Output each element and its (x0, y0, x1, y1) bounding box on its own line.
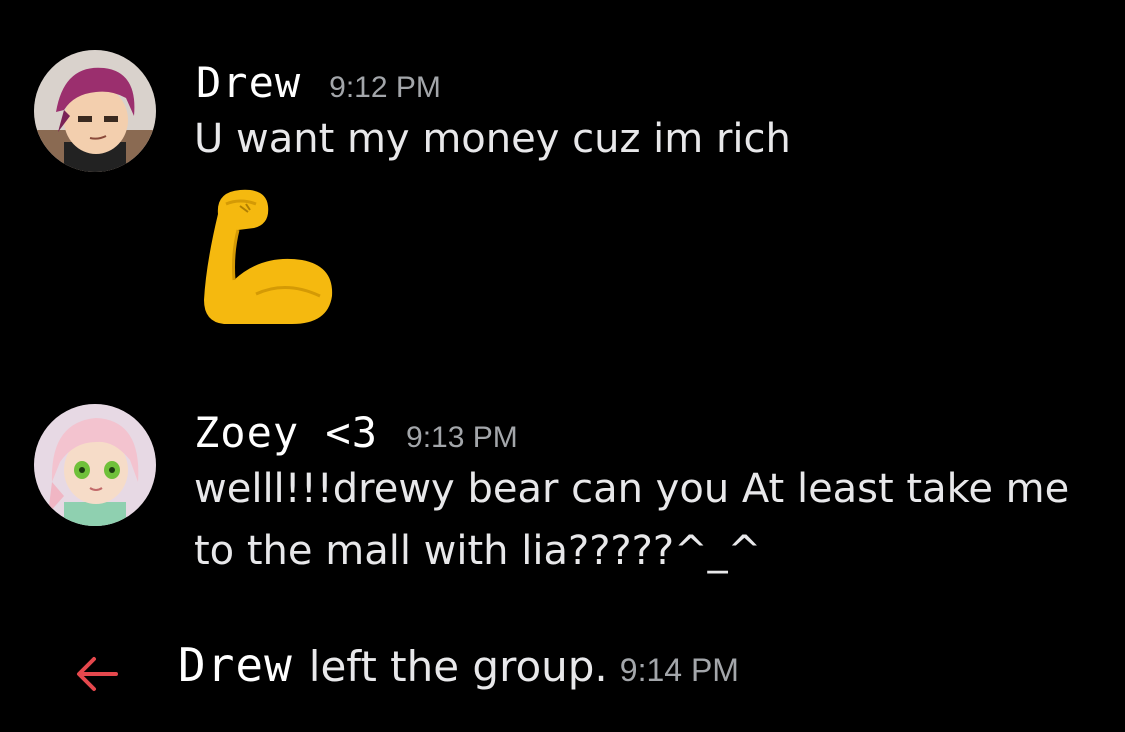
flexed-biceps-emoji (204, 189, 333, 324)
left-arrow-icon (77, 657, 118, 691)
system-timestamp: 9:14 PM (619, 652, 739, 688)
system-author-name[interactable]: Drew (178, 638, 293, 692)
message-timestamp: 9:13 PM (406, 421, 518, 454)
avatar-drew[interactable] (34, 50, 156, 172)
message-line: U want my money cuz im rich (194, 116, 791, 162)
message-text: welll!!!drewy bear can you At least take… (194, 458, 1069, 582)
system-event-text: Drew left the group. 9:14 PM (178, 638, 739, 692)
message-timestamp: 9:12 PM (329, 71, 441, 104)
avatar-zoey[interactable] (34, 404, 156, 526)
purple-hair-character-avatar (34, 50, 156, 172)
message-header: Zoey <3 9:13 PM (194, 408, 518, 457)
message-line: to the mall with lia?????^_^ (194, 528, 762, 574)
author-name[interactable]: Drew (196, 58, 301, 107)
message-text: U want my money cuz im rich (194, 108, 791, 170)
system-event-left-group: Drew left the group. 9:14 PM (0, 630, 1125, 710)
message-line: welll!!!drewy bear can you At least take… (194, 466, 1070, 512)
system-action-text: left the group. (308, 642, 608, 691)
author-name[interactable]: Zoey <3 (194, 408, 378, 457)
message-header: Drew 9:12 PM (196, 58, 441, 107)
pink-hair-character-avatar (34, 404, 156, 526)
